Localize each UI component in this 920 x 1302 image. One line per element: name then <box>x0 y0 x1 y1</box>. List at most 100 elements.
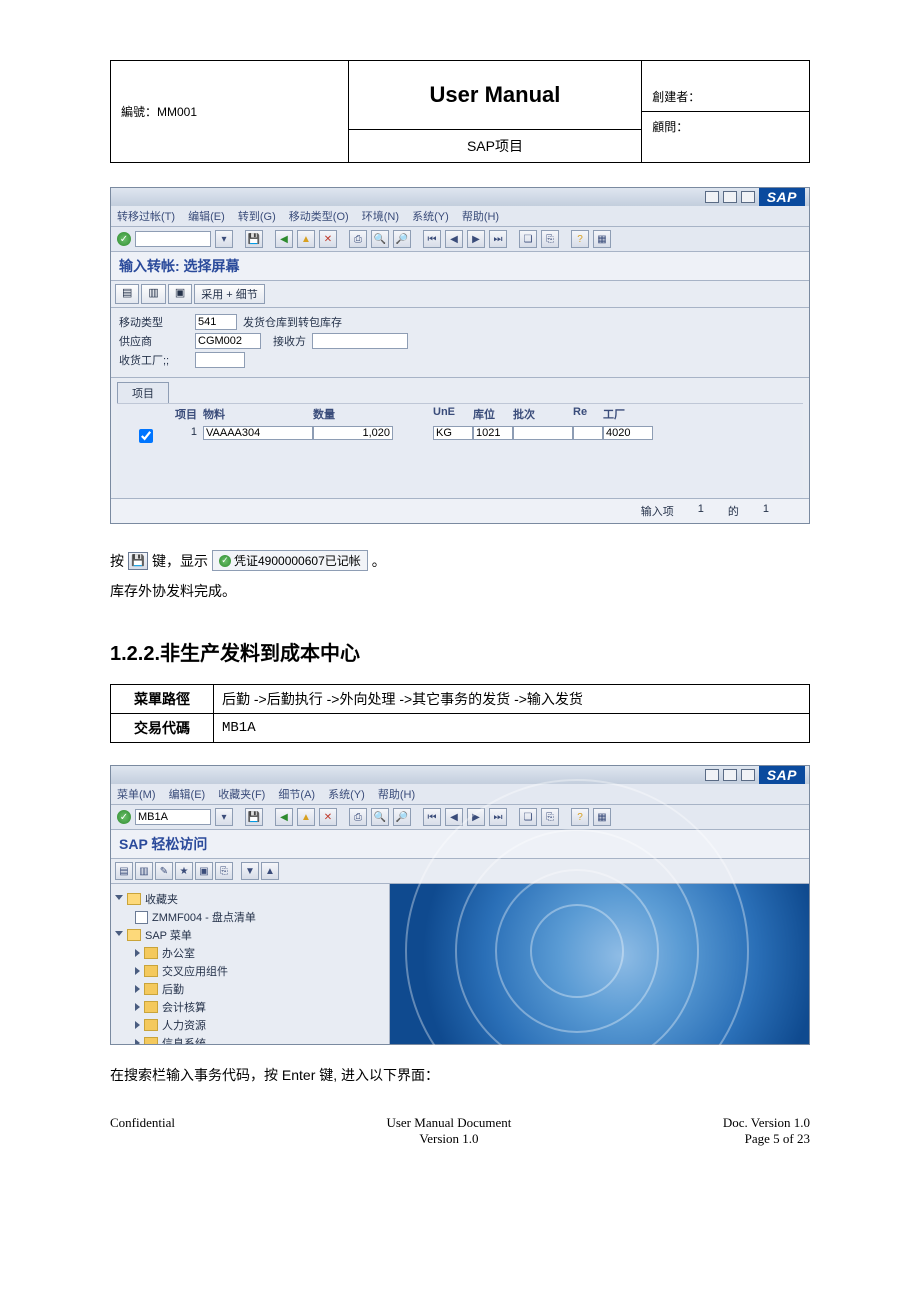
tool-icon[interactable]: ▥ <box>135 862 153 880</box>
command-field[interactable] <box>135 809 211 825</box>
cell-batch[interactable] <box>513 426 573 440</box>
first-page-icon[interactable]: ⏮ <box>423 230 441 248</box>
cell-re[interactable] <box>573 426 603 440</box>
cell-unit[interactable] <box>433 426 473 440</box>
tool-icon[interactable]: ▣ <box>168 284 192 304</box>
tool-icon[interactable]: ▣ <box>195 862 213 880</box>
find-next-icon[interactable]: 🔎 <box>393 808 411 826</box>
movement-type-input[interactable] <box>195 314 237 330</box>
receiver-input[interactable] <box>312 333 408 349</box>
tree-node[interactable]: 办公室 <box>115 944 385 962</box>
menu-item[interactable]: 帮助(H) <box>378 789 415 801</box>
receiving-plant-input[interactable] <box>195 352 245 368</box>
adopt-detail-button[interactable]: 采用 + 细节 <box>194 284 265 304</box>
menu-item[interactable]: 编辑(E) <box>169 789 206 801</box>
dropdown-icon[interactable]: ▾ <box>215 808 233 826</box>
expand-icon[interactable] <box>115 895 123 904</box>
layout-icon[interactable]: ▦ <box>593 230 611 248</box>
tree-node-favorites[interactable]: 收藏夹 <box>115 890 385 908</box>
new-session-icon[interactable]: ❏ <box>519 230 537 248</box>
shortcut-icon[interactable]: ⎘ <box>541 230 559 248</box>
body-text: 库存外协发料完成。 <box>110 581 810 601</box>
section-heading: 1.2.2.非生产发料到成本中心 <box>110 637 810 666</box>
print-icon[interactable]: ⎙ <box>349 808 367 826</box>
menu-item[interactable]: 转移过帐(T) <box>117 211 175 223</box>
minimize-icon[interactable] <box>705 191 719 203</box>
expand-icon[interactable]: ▲ <box>261 862 279 880</box>
expand-icon[interactable] <box>135 985 140 993</box>
tool-icon[interactable]: ★ <box>175 862 193 880</box>
cell-material[interactable] <box>203 426 313 440</box>
folder-open-icon <box>127 893 141 905</box>
tool-icon[interactable]: ▥ <box>141 284 165 304</box>
menu-item[interactable]: 菜单(M) <box>117 789 156 801</box>
footer-version: Version 1.0 <box>386 1131 511 1147</box>
creator-label: 創建者： <box>642 82 809 112</box>
tree-node[interactable]: 后勤 <box>115 980 385 998</box>
last-page-icon[interactable]: ⏭ <box>489 230 507 248</box>
menu-item[interactable]: 帮助(H) <box>462 211 499 223</box>
expand-icon[interactable] <box>135 1039 140 1044</box>
first-page-icon[interactable]: ⏮ <box>423 808 441 826</box>
dropdown-icon[interactable]: ▾ <box>215 230 233 248</box>
help-icon[interactable]: ? <box>571 230 589 248</box>
cell-plant[interactable] <box>603 426 653 440</box>
tab-items[interactable]: 项目 <box>117 382 169 403</box>
find-icon[interactable]: 🔍 <box>371 230 389 248</box>
tree-node-sap-menu[interactable]: SAP 菜单 <box>115 926 385 944</box>
menu-item[interactable]: 细节(A) <box>278 789 315 801</box>
tool-icon[interactable]: ✎ <box>155 862 173 880</box>
text: 键，显示 <box>152 551 208 571</box>
save-icon[interactable]: 💾 <box>245 808 263 826</box>
cancel-icon[interactable]: ✕ <box>319 808 337 826</box>
enter-icon[interactable]: ✓ <box>117 810 131 824</box>
expand-icon[interactable] <box>135 1021 140 1029</box>
tree-leaf[interactable]: ZMMF004 - 盘点清单 <box>115 908 385 926</box>
tree-node[interactable]: 信息系统 <box>115 1034 385 1044</box>
menu-item[interactable]: 转到(G) <box>238 211 276 223</box>
folder-icon <box>144 1019 158 1031</box>
expand-icon[interactable] <box>135 949 140 957</box>
menu-item[interactable]: 系统(Y) <box>412 211 449 223</box>
save-icon[interactable]: 💾 <box>245 230 263 248</box>
close-icon[interactable] <box>741 191 755 203</box>
maximize-icon[interactable] <box>723 191 737 203</box>
expand-icon[interactable] <box>115 931 123 940</box>
tree-node[interactable]: 人力资源 <box>115 1016 385 1034</box>
exit-icon[interactable]: ▲ <box>297 230 315 248</box>
menu-item[interactable]: 移动类型(O) <box>289 211 349 223</box>
menu-item[interactable]: 编辑(E) <box>188 211 225 223</box>
back-icon[interactable]: ◀ <box>275 230 293 248</box>
cancel-icon[interactable]: ✕ <box>319 230 337 248</box>
close-icon[interactable] <box>741 769 755 781</box>
folder-open-icon <box>127 929 141 941</box>
tool-icon[interactable]: ▤ <box>115 284 139 304</box>
minimize-icon[interactable] <box>705 769 719 781</box>
find-icon[interactable]: 🔍 <box>371 808 389 826</box>
cell-sloc[interactable] <box>473 426 513 440</box>
maximize-icon[interactable] <box>723 769 737 781</box>
tool-icon[interactable]: ⎘ <box>215 862 233 880</box>
find-next-icon[interactable]: 🔎 <box>393 230 411 248</box>
collapse-icon[interactable]: ▼ <box>241 862 259 880</box>
navigation-tree[interactable]: 收藏夹 ZMMF004 - 盘点清单 SAP 菜单 办公室 交叉应用组件 后勤 … <box>111 884 390 1044</box>
tool-icon[interactable]: ▤ <box>115 862 133 880</box>
tree-label: 信息系统 <box>162 1035 206 1044</box>
back-icon[interactable]: ◀ <box>275 808 293 826</box>
expand-icon[interactable] <box>135 967 140 975</box>
vendor-input[interactable] <box>195 333 261 349</box>
cell-qty[interactable] <box>313 426 393 440</box>
command-field[interactable] <box>135 231 211 247</box>
exit-icon[interactable]: ▲ <box>297 808 315 826</box>
menu-item[interactable]: 环境(N) <box>362 211 399 223</box>
prev-page-icon[interactable]: ◀ <box>445 230 463 248</box>
menu-item[interactable]: 收藏夹(F) <box>218 789 265 801</box>
menu-item[interactable]: 系统(Y) <box>328 789 365 801</box>
print-icon[interactable]: ⎙ <box>349 230 367 248</box>
expand-icon[interactable] <box>135 1003 140 1011</box>
tree-node[interactable]: 会计核算 <box>115 998 385 1016</box>
enter-icon[interactable]: ✓ <box>117 232 131 246</box>
next-page-icon[interactable]: ▶ <box>467 230 485 248</box>
tree-node[interactable]: 交叉应用组件 <box>115 962 385 980</box>
sap-menubar: 转移过帐(T) 编辑(E) 转到(G) 移动类型(O) 环境(N) 系统(Y) … <box>111 206 809 227</box>
